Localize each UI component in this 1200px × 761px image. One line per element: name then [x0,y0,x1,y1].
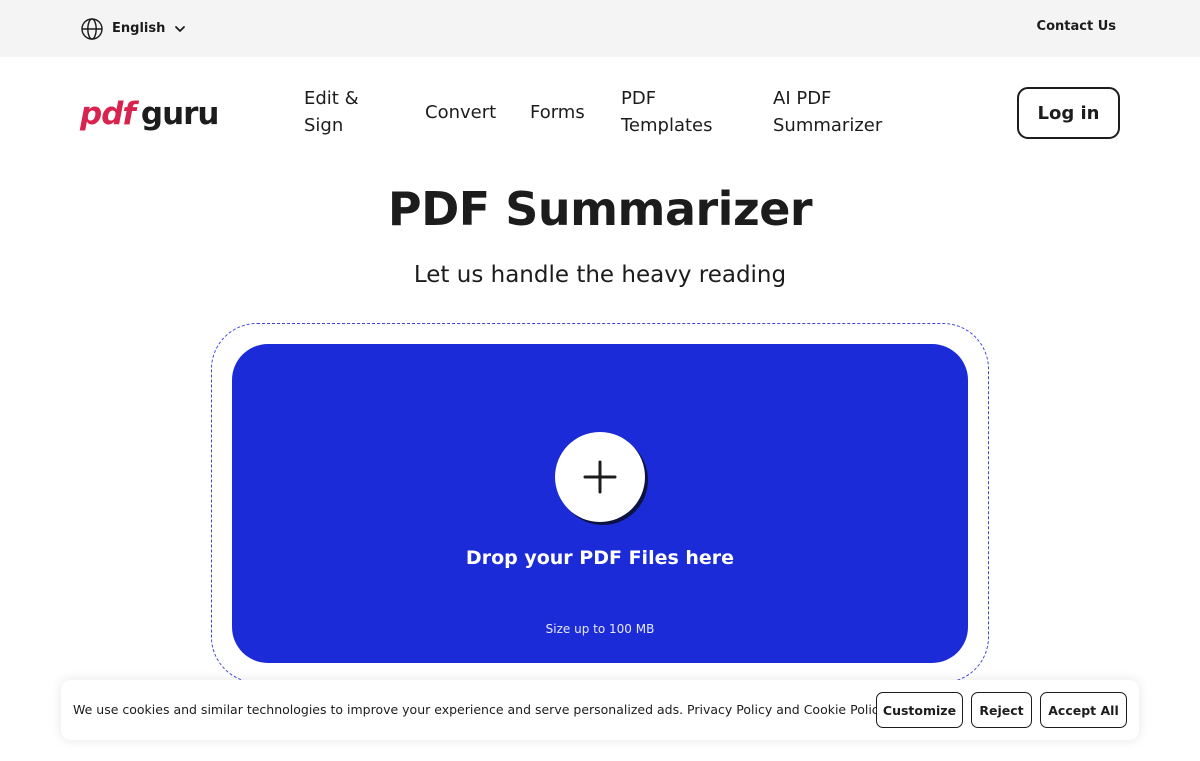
language-selector[interactable]: English [80,16,186,41]
contact-us-link[interactable]: Contact Us [1037,19,1116,34]
logo-part-pdf: pdf [80,96,136,132]
main-header: pdf guru Edit & Sign Convert Forms PDF T… [0,57,1200,167]
add-file-button[interactable] [555,432,645,522]
cookie-reject-button[interactable]: Reject [971,692,1032,728]
cookie-customize-button[interactable]: Customize [876,692,963,728]
nav-ai-pdf-summarizer[interactable]: AI PDF Summarizer [773,85,903,139]
page-subtitle: Let us handle the heavy reading [413,262,787,288]
nav-pdf-templates[interactable]: PDF Templates [621,85,731,139]
chevron-down-icon [175,25,186,32]
size-limit-label: Size up to 100 MB [545,622,655,636]
login-button[interactable]: Log in [1017,87,1120,139]
pdfguru-logo[interactable]: pdf guru [80,96,220,132]
cookie-accept-all-button[interactable]: Accept All [1040,692,1127,728]
cookie-message: We use cookies and similar technologies … [73,702,889,717]
language-label: English [112,21,166,36]
top-utility-bar: English Contact Us [0,0,1200,57]
drop-files-label: Drop your PDF Files here [465,547,735,569]
page-title: PDF Summarizer [387,182,813,236]
nav-forms[interactable]: Forms [530,99,585,126]
globe-icon [81,17,103,40]
nav-edit-sign[interactable]: Edit & Sign [304,85,394,139]
nav-convert[interactable]: Convert [425,99,496,126]
plus-icon [583,460,617,494]
cookie-banner: We use cookies and similar technologies … [61,680,1139,740]
logo-part-guru: guru [140,96,220,132]
